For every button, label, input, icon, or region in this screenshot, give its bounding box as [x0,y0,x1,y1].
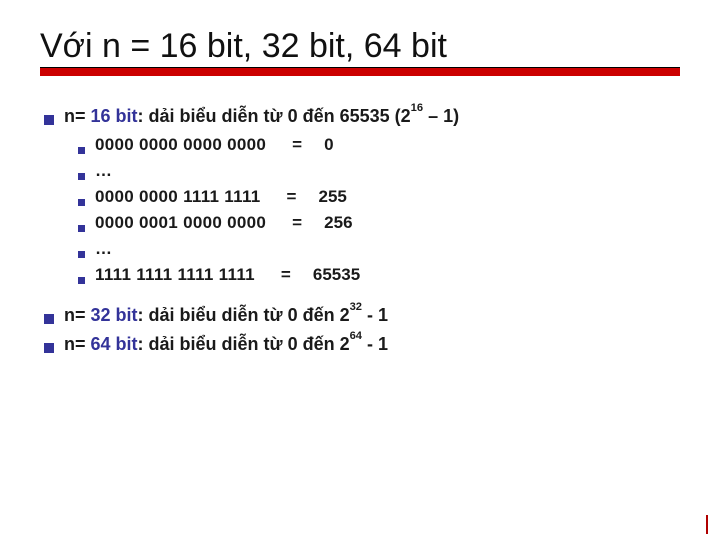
item-16bit: n= 16 bit: dải biểu diễn từ 0 đến 65535 … [44,106,680,127]
value: 65535 [313,265,360,285]
bullet-icon [44,115,54,125]
sup-64: 64 [350,330,362,342]
tail-32: - 1 [362,305,388,325]
bin-block: 1111 1111 1111 1111 = 65535 [95,265,360,285]
binary: 0000 0001 0000 0000 [95,213,266,233]
bits-16: 16 bit [91,106,138,126]
content-area: n= 16 bit: dải biểu diễn từ 0 đến 65535 … [40,82,680,355]
sup-16: 16 [411,102,423,114]
bullet-icon [78,147,85,154]
bullet-icon [78,225,85,232]
bullet-icon [44,343,54,353]
desc-16: : dải biểu diễn từ 0 đến 65535 (2 [138,106,411,126]
bullet-icon [78,277,85,284]
bin-block: 0000 0001 0000 0000 = 256 [95,213,353,233]
binary: 0000 0000 1111 1111 [95,187,261,207]
row-65535: 1111 1111 1111 1111 = 65535 [78,265,680,285]
text-16bit: n= 16 bit: dải biểu diễn từ 0 đến 65535 … [64,106,459,127]
sublist-16bit: 0000 0000 0000 0000 = 0 … 0000 0000 1111… [44,135,680,285]
text-64bit: n= 64 bit: dải biểu diễn từ 0 đến 264 - … [64,334,388,355]
equals: = [287,187,319,207]
binary: 0000 0000 0000 0000 [95,135,266,155]
bullet-icon [78,199,85,206]
tail-64: - 1 [362,334,388,354]
tail-16: – 1) [423,106,459,126]
item-64bit: n= 64 bit: dải biểu diễn từ 0 đến 264 - … [44,334,680,355]
row-ellipsis-2: … [78,239,680,259]
slide-title: Với n = 16 bit, 32 bit, 64 bit [40,28,680,68]
bullet-icon [44,314,54,324]
row-256: 0000 0001 0000 0000 = 256 [78,213,680,233]
ellipsis: … [95,239,112,259]
prefix: n= [64,334,91,354]
title-block: Với n = 16 bit, 32 bit, 64 bit [40,28,680,76]
title-underline [40,68,680,76]
bullet-icon [78,173,85,180]
row-0: 0000 0000 0000 0000 = 0 [78,135,680,155]
prefix: n= [64,106,91,126]
value: 0 [324,135,333,155]
row-255: 0000 0000 1111 1111 = 255 [78,187,680,207]
value: 255 [319,187,347,207]
bits-32: 32 bit [91,305,138,325]
corner-decoration [706,512,708,530]
equals: = [292,213,324,233]
equals: = [281,265,313,285]
row-ellipsis-1: … [78,161,680,181]
text-32bit: n= 32 bit: dải biểu diễn từ 0 đến 232 - … [64,305,388,326]
item-32bit: n= 32 bit: dải biểu diễn từ 0 đến 232 - … [44,305,680,326]
bin-block: 0000 0000 0000 0000 = 0 [95,135,334,155]
bin-block: 0000 0000 1111 1111 = 255 [95,187,347,207]
ellipsis: … [95,161,112,181]
prefix: n= [64,305,91,325]
equals: = [292,135,324,155]
desc-32: : dải biểu diễn từ 0 đến 2 [138,305,350,325]
desc-64: : dải biểu diễn từ 0 đến 2 [138,334,350,354]
square-outline-icon [706,515,708,534]
bullet-icon [78,251,85,258]
bits-64: 64 bit [91,334,138,354]
sup-32: 32 [350,301,362,313]
binary: 1111 1111 1111 1111 [95,265,255,285]
value: 256 [324,213,352,233]
